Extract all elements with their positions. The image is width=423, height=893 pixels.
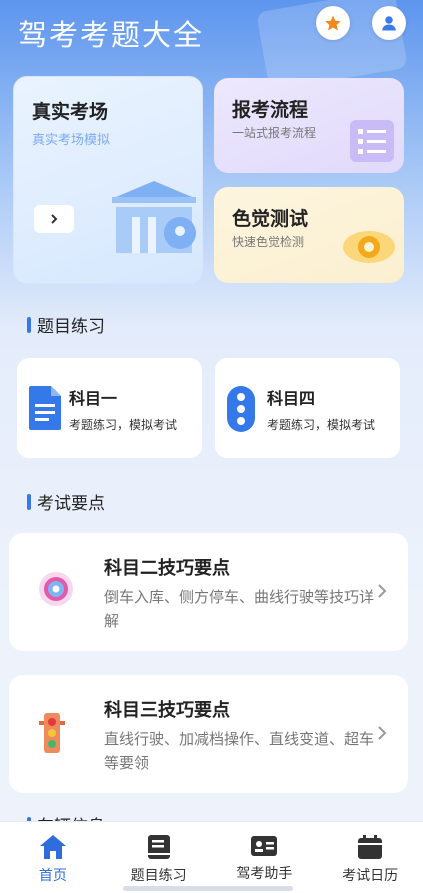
exam-process-card[interactable]: 报考流程 一站式报考流程: [214, 78, 404, 173]
color-test-title: 色觉测试: [232, 208, 309, 230]
tab-assistant-label: 驾考助手: [236, 866, 293, 882]
traffic-signal-icon: [39, 713, 65, 753]
chevron-right-icon: [378, 584, 387, 598]
real-exam-enter-button[interactable]: [34, 205, 74, 233]
header: 驾考考题大全: [0, 0, 423, 60]
subject-four-card[interactable]: 科目四 考题练习，模拟考试: [215, 358, 400, 458]
tab-practice[interactable]: 题目练习: [106, 822, 212, 893]
real-exam-card[interactable]: 真实考场 真实考场模拟: [13, 76, 203, 284]
exam-process-title: 报考流程: [232, 99, 309, 121]
tab-assistant[interactable]: 驾考助手: [212, 822, 318, 893]
subject-three-tips-title: 科目三技巧要点: [104, 700, 230, 721]
subject-three-tips-desc: 直线行驶、加减档操作、直线变道、超车等要领: [104, 730, 375, 772]
bottom-tab-bar: 首页 题目练习 驾考助手 考试日历: [0, 821, 423, 893]
chevron-right-icon: [51, 214, 58, 224]
color-test-card[interactable]: 色觉测试 快速色觉检测: [214, 187, 404, 283]
key-points-section-title: 考试要点: [27, 489, 105, 514]
subject-three-tips-card[interactable]: 科目三技巧要点 直线行驶、加减档操作、直线变道、超车等要领: [9, 675, 408, 793]
section-bar: [27, 493, 31, 510]
tab-practice-label: 题目练习: [130, 868, 187, 884]
book-icon: [147, 835, 170, 859]
real-exam-title: 真实考场: [32, 101, 109, 123]
eye-icon: [343, 231, 395, 263]
favorites-button[interactable]: [316, 6, 350, 40]
document-icon: [29, 386, 61, 430]
app-title: 驾考考题大全: [18, 18, 205, 52]
profile-button[interactable]: [372, 6, 406, 40]
subject-two-tips-desc: 倒车入库、侧方停车、曲线行驶等技巧详解: [104, 588, 375, 630]
key-points-section-label: 考试要点: [37, 494, 105, 514]
subject-two-tips-title: 科目二技巧要点: [104, 558, 230, 579]
exam-building-icon: [112, 181, 196, 253]
practice-section-title: 题目练习: [27, 312, 105, 337]
practice-section-label: 题目练习: [37, 317, 105, 337]
calendar-icon: [358, 835, 383, 859]
subject-one-card[interactable]: 科目一 考题练习，模拟考试: [17, 358, 202, 458]
checklist-icon: [350, 120, 394, 162]
subject-one-name: 科目一: [69, 389, 118, 408]
star-icon: [325, 15, 341, 31]
home-indicator: [123, 886, 293, 891]
exam-process-subtitle: 一站式报考流程: [232, 126, 317, 140]
id-card-icon: [251, 836, 278, 856]
subject-four-desc: 考题练习，模拟考试: [267, 418, 376, 432]
tab-calendar-label: 考试日历: [342, 868, 399, 884]
subject-four-name: 科目四: [267, 389, 316, 408]
subject-two-tips-card[interactable]: 科目二技巧要点 倒车入库、侧方停车、曲线行驶等技巧详解: [9, 533, 408, 651]
section-bar: [27, 316, 31, 333]
steering-target-icon: [39, 572, 73, 606]
subject-one-desc: 考题练习，模拟考试: [69, 418, 178, 432]
user-icon: [382, 16, 396, 31]
tab-calendar[interactable]: 考试日历: [317, 822, 423, 893]
home-icon: [39, 835, 66, 859]
color-test-subtitle: 快速色觉检测: [232, 235, 305, 249]
chevron-right-icon: [378, 726, 387, 740]
real-exam-subtitle: 真实考场模拟: [32, 133, 111, 148]
tab-home-label: 首页: [38, 868, 67, 884]
tab-home[interactable]: 首页: [0, 822, 106, 893]
traffic-light-icon: [227, 386, 255, 432]
